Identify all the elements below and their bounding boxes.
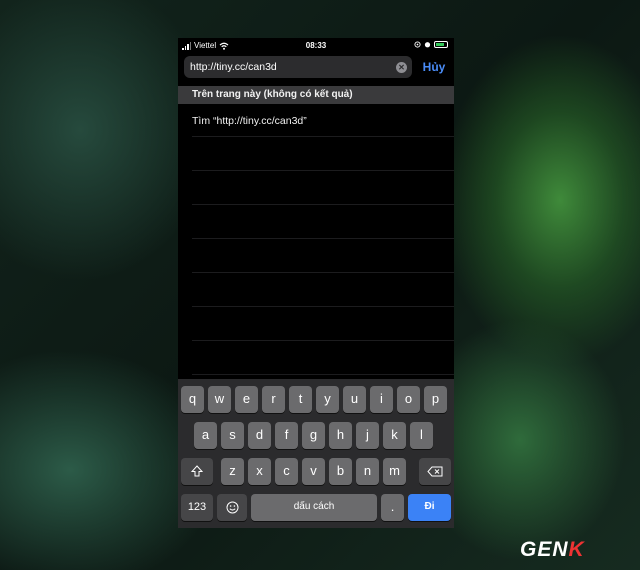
phone-screen: Viettel 08:33 ✕ Hủy Trên trang này (khôn… <box>178 38 454 528</box>
battery-icon <box>434 41 448 48</box>
backspace-key[interactable] <box>419 458 451 485</box>
shift-arrow-icon <box>190 465 204 477</box>
location-icon <box>414 41 421 48</box>
key-b[interactable]: b <box>329 458 352 485</box>
url-input[interactable] <box>184 56 412 78</box>
key-u[interactable]: u <box>343 386 366 413</box>
key-j[interactable]: j <box>356 422 379 449</box>
key-p[interactable]: p <box>424 386 447 413</box>
backspace-icon <box>427 466 443 477</box>
key-e[interactable]: e <box>235 386 258 413</box>
space-key[interactable]: dấu cách <box>251 494 377 521</box>
emoji-key[interactable] <box>217 494 247 521</box>
key-c[interactable]: c <box>275 458 298 485</box>
key-k[interactable]: k <box>383 422 406 449</box>
clock-time: 08:33 <box>305 41 327 50</box>
section-header-on-this-page: Trên trang này (không có kết quả) <box>178 86 454 104</box>
genk-logo-watermark: GENK <box>520 538 585 561</box>
key-i[interactable]: i <box>370 386 393 413</box>
key-r[interactable]: r <box>262 386 285 413</box>
emoji-icon <box>226 501 238 514</box>
key-f[interactable]: f <box>275 422 298 449</box>
row-divider <box>192 306 454 307</box>
row-divider <box>192 340 454 341</box>
key-n[interactable]: n <box>356 458 379 485</box>
key-o[interactable]: o <box>397 386 420 413</box>
key-t[interactable]: t <box>289 386 312 413</box>
row-divider <box>192 374 454 375</box>
row-divider <box>192 272 454 273</box>
status-bar: Viettel 08:33 <box>178 38 454 54</box>
numbers-key[interactable]: 123 <box>181 494 213 521</box>
cancel-button[interactable]: Hủy <box>418 58 450 78</box>
key-z[interactable]: z <box>221 458 244 485</box>
dot-key[interactable]: . <box>381 494 404 521</box>
row-divider <box>192 136 454 137</box>
key-m[interactable]: m <box>383 458 406 485</box>
shift-key[interactable] <box>181 458 213 485</box>
key-l[interactable]: l <box>410 422 433 449</box>
key-g[interactable]: g <box>302 422 325 449</box>
key-x[interactable]: x <box>248 458 271 485</box>
url-bar: ✕ Hủy <box>178 54 454 82</box>
alarm-icon <box>424 42 431 48</box>
key-w[interactable]: w <box>208 386 231 413</box>
on-screen-keyboard: q w e r t y u i o p a s d f g h j k l z … <box>178 379 454 528</box>
row-divider <box>192 204 454 205</box>
row-divider <box>192 170 454 171</box>
row-divider <box>192 238 454 239</box>
key-a[interactable]: a <box>194 422 217 449</box>
key-h[interactable]: h <box>329 422 352 449</box>
clear-icon[interactable]: ✕ <box>396 62 407 73</box>
key-s[interactable]: s <box>221 422 244 449</box>
go-key[interactable]: Đi <box>408 494 451 521</box>
find-on-page-row[interactable]: Tìm “http://tiny.cc/can3d” <box>178 110 454 136</box>
key-v[interactable]: v <box>302 458 325 485</box>
key-y[interactable]: y <box>316 386 339 413</box>
key-d[interactable]: d <box>248 422 271 449</box>
key-q[interactable]: q <box>181 386 204 413</box>
